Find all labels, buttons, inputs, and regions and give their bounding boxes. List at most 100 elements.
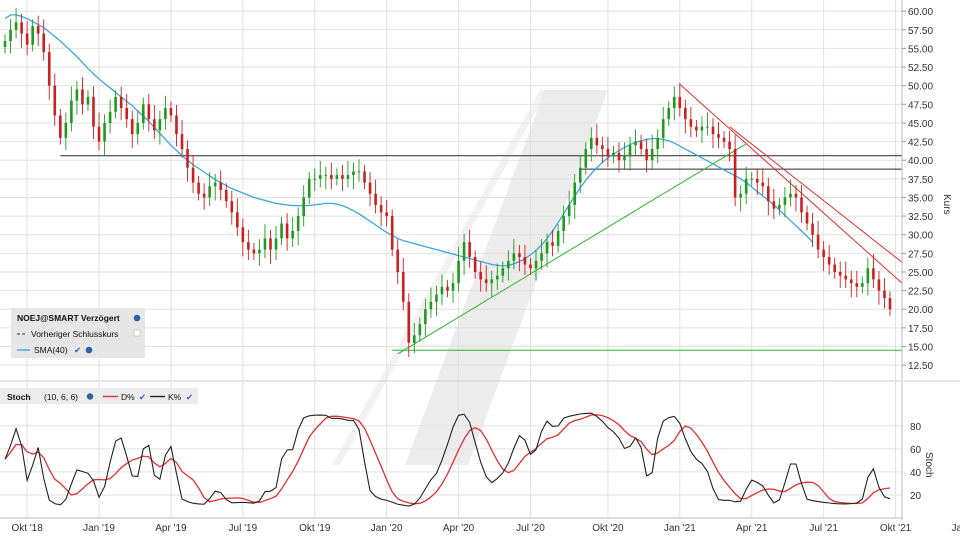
candle-body: [390, 216, 394, 250]
candle-body: [407, 301, 411, 343]
candle-body: [711, 126, 715, 135]
candle-body: [180, 134, 184, 150]
candle-body: [3, 40, 7, 47]
price-tick-label: 55.00: [908, 44, 933, 55]
candle-body: [197, 182, 200, 194]
candle-body: [512, 253, 516, 261]
price-tick-label: 47.50: [908, 100, 933, 111]
candle-body: [518, 253, 521, 258]
candle-body: [53, 85, 57, 116]
candle-body: [418, 324, 422, 336]
candle-body: [811, 223, 814, 235]
candle-body: [413, 335, 416, 343]
candle-body: [634, 141, 637, 146]
candle-body: [523, 257, 527, 265]
candle-body: [440, 286, 444, 295]
candle-body: [119, 96, 123, 109]
stoch-k-check-icon[interactable]: ✔: [186, 392, 193, 402]
candle-body: [335, 175, 339, 179]
candle-body: [623, 156, 626, 161]
candle-body: [551, 242, 554, 246]
candle-body: [794, 193, 798, 198]
candle-body: [722, 137, 726, 142]
candle-body: [567, 204, 571, 217]
candle-body: [241, 227, 245, 243]
legend-prev-close-checkbox[interactable]: [133, 329, 141, 337]
price-tick-label: 22.50: [908, 287, 933, 298]
candle-body: [202, 193, 206, 198]
candle-body: [639, 141, 643, 150]
stoch-tick-label: 40: [910, 468, 922, 479]
candle-body: [175, 115, 178, 135]
candle-body: [318, 175, 322, 179]
candle-body: [739, 193, 742, 198]
legend-sma-check-icon[interactable]: ✔: [74, 345, 81, 355]
x-tick-label: Jul '20: [516, 523, 545, 534]
stoch-k-label: K%: [168, 392, 182, 402]
candle-body: [97, 126, 101, 142]
candle-body: [495, 275, 499, 280]
candle-body: [855, 283, 859, 287]
candle-body: [296, 216, 300, 231]
price-tick-label: 32.50: [908, 212, 933, 223]
candle-body: [9, 29, 12, 41]
candle-body: [186, 149, 189, 168]
x-tick-label: Okt '18: [11, 523, 43, 534]
candle-body: [645, 149, 648, 161]
candle-body: [744, 178, 748, 194]
stoch-tick-label: 60: [910, 445, 922, 456]
candle-body: [883, 290, 886, 299]
candle-body: [656, 137, 659, 150]
x-tick-label: Jul '19: [229, 523, 258, 534]
stoch-legend-title: Stoch: [7, 392, 31, 402]
candle-body: [374, 193, 377, 205]
stoch-d-check-icon[interactable]: ✔: [139, 392, 146, 402]
candle-body: [833, 264, 836, 272]
candle-body: [750, 178, 754, 180]
x-tick-label: Okt '20: [592, 523, 624, 534]
price-axis: 60.00 57.50 55.00 52.50 50.00 47.50 45.00 42.50…: [901, 0, 933, 380]
stoch-tick-label: 20: [910, 491, 922, 502]
price-tick-label: 37.50: [908, 175, 933, 186]
price-tick-label: 15.00: [908, 342, 933, 353]
candle-body: [252, 249, 256, 254]
x-tick-label: Apr '20: [443, 523, 475, 534]
candle-body: [595, 137, 599, 146]
candle-body: [424, 309, 427, 325]
candle-body: [357, 171, 361, 173]
stoch-globe-icon[interactable]: [86, 393, 94, 400]
price-tick-label: 42.50: [908, 138, 933, 149]
candle-body: [827, 257, 831, 265]
candle-body: [490, 279, 494, 284]
candle-body: [601, 145, 604, 150]
x-tick-label: Jan '20: [371, 523, 403, 534]
candle-body: [269, 238, 272, 250]
stoch-legend: Stoch (10, 6, 6) D% ✔ K% ✔: [0, 388, 198, 404]
candle-body: [274, 238, 278, 250]
candle-body: [86, 96, 90, 105]
candle-body: [761, 182, 765, 187]
candle-body: [307, 178, 311, 198]
price-tick-label: 25.00: [908, 268, 933, 279]
legend-globe-icon[interactable]: [133, 314, 141, 322]
candle-body: [285, 223, 289, 239]
candle-body: [590, 137, 593, 150]
candle-body: [291, 230, 294, 239]
candle-body: [125, 108, 128, 120]
candle-body: [42, 33, 46, 53]
candle-body: [236, 212, 239, 228]
candle-body: [130, 119, 134, 135]
candle-body: [838, 271, 842, 276]
candle-body: [368, 182, 372, 194]
candle-body: [717, 134, 720, 138]
legend-sma-globe-icon[interactable]: [85, 346, 93, 354]
candle: [390, 209, 394, 257]
price-legend-title: NOEJ@SMART Verzögert: [17, 313, 120, 323]
candle-body: [789, 193, 792, 198]
candle-body: [363, 171, 366, 183]
candle-body: [661, 119, 665, 138]
price-tick-label: 57.50: [908, 26, 933, 37]
x-axis: Okt '18 Jan '19 Apr '19 Jul '19 Okt '19 Jan '…: [0, 517, 960, 534]
candle-body: [59, 115, 62, 138]
candle-body: [501, 268, 505, 276]
